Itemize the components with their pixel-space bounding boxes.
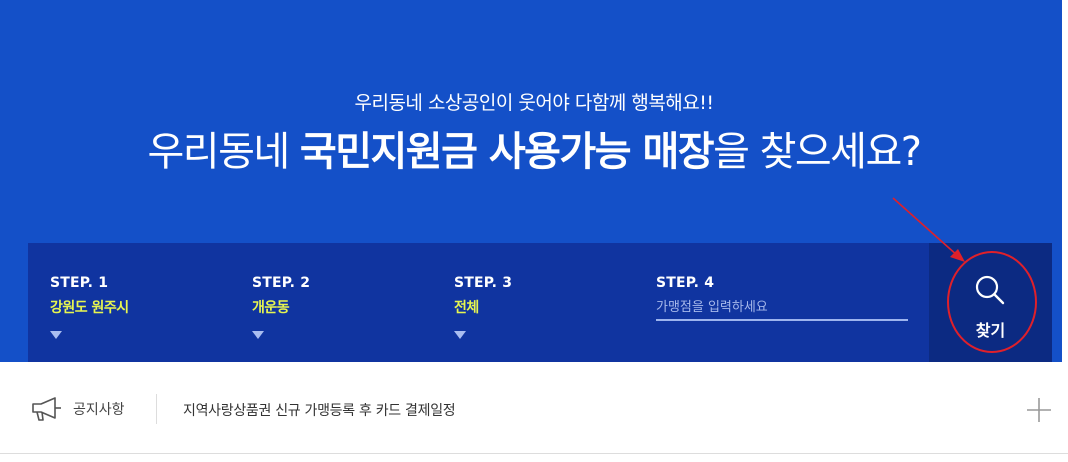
notice-label: 공지사항	[73, 402, 125, 418]
notice-bar: 공지사항 지역사랑상품권 신규 가맹등록 후 카드 결제일정	[0, 362, 1068, 454]
caret-down-icon[interactable]	[50, 331, 62, 339]
step-value: 전체	[454, 300, 479, 316]
caret-down-icon[interactable]	[454, 331, 466, 339]
headline-suffix: 을 찾으세요?	[713, 129, 922, 175]
find-button[interactable]: 찾기	[929, 243, 1052, 362]
caret-down-icon[interactable]	[252, 331, 264, 339]
headline-prefix: 우리동네	[147, 129, 300, 175]
store-name-input[interactable]	[656, 295, 908, 321]
step-region-select[interactable]: STEP. 1 강원도 원주시	[50, 275, 230, 339]
step-label: STEP. 1	[50, 275, 109, 291]
step-value: 강원도 원주시	[50, 300, 129, 316]
step-label: STEP. 2	[252, 275, 311, 291]
hero-headline: 우리동네 국민지원금 사용가능 매장을 찾으세요?	[0, 124, 1068, 180]
step-district-select[interactable]: STEP. 2 개운동	[252, 275, 432, 339]
step-label: STEP. 4	[656, 275, 715, 291]
step-store-name: STEP. 4	[656, 275, 908, 321]
step-label: STEP. 3	[454, 275, 513, 291]
headline-bold: 국민지원금 사용가능 매장	[299, 129, 715, 175]
store-search-bar: STEP. 1 강원도 원주시 STEP. 2 개운동 STEP. 3 전체 S…	[28, 243, 1052, 362]
step-category-select[interactable]: STEP. 3 전체	[454, 275, 634, 339]
annotation-circle	[947, 251, 1037, 353]
notice-divider	[156, 394, 157, 424]
notice-link[interactable]: 지역사랑상품권 신규 가맹등록 후 카드 결제일정	[183, 400, 456, 420]
step-value: 개운동	[252, 300, 290, 316]
hero-banner: 우리동네 소상공인이 웃어야 다함께 행복해요!! 우리동네 국민지원금 사용가…	[0, 0, 1068, 362]
plus-icon[interactable]	[1026, 397, 1052, 423]
megaphone-icon	[32, 397, 61, 421]
hero-subtitle: 우리동네 소상공인이 웃어야 다함께 행복해요!!	[354, 92, 714, 114]
